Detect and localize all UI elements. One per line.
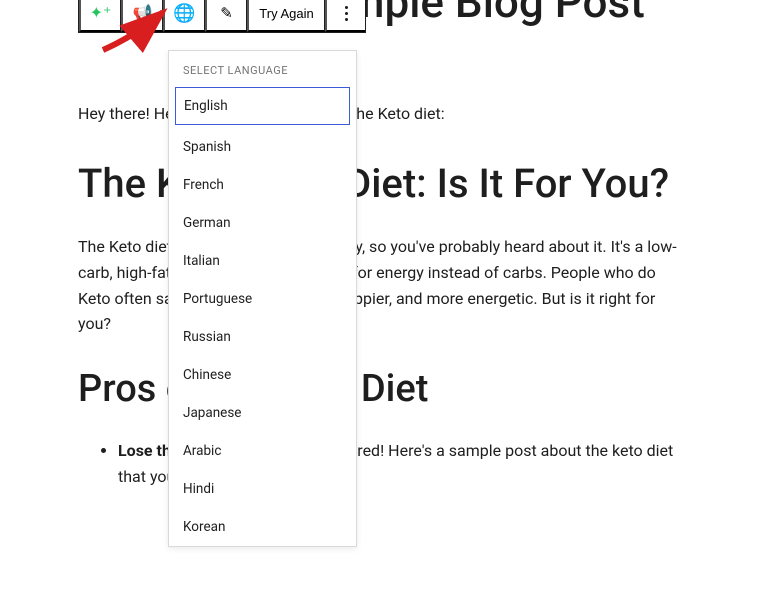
dropdown-item-japanese[interactable]: Japanese <box>169 394 356 432</box>
language-dropdown: SELECT LANGUAGE English Spanish French G… <box>168 50 357 547</box>
dropdown-item-spanish[interactable]: Spanish <box>169 128 356 166</box>
announce-button[interactable]: 📢 <box>121 0 163 32</box>
vertical-dots-icon <box>345 6 348 21</box>
globe-icon: 🌐 <box>173 3 195 24</box>
block-toolbar: ✦⁺ 📢 🌐 ✎ Try Again <box>78 0 366 33</box>
language-button[interactable]: 🌐 <box>163 0 205 32</box>
dropdown-item-english[interactable]: English <box>175 87 350 125</box>
list-item-bold: Lose th <box>118 441 171 460</box>
megaphone-icon: 📢 <box>133 3 153 23</box>
dropdown-item-french[interactable]: French <box>169 166 356 204</box>
more-options-button[interactable] <box>325 0 365 32</box>
dropdown-item-german[interactable]: German <box>169 204 356 242</box>
pencil-icon: ✎ <box>220 4 233 22</box>
dropdown-item-hindi[interactable]: Hindi <box>169 470 356 508</box>
edit-button[interactable]: ✎ <box>205 0 247 32</box>
dropdown-header: SELECT LANGUAGE <box>169 51 356 87</box>
dropdown-item-arabic[interactable]: Arabic <box>169 432 356 470</box>
sparkle-icon: ✦⁺ <box>90 3 112 23</box>
dropdown-item-korean[interactable]: Korean <box>169 508 356 546</box>
dropdown-item-chinese[interactable]: Chinese <box>169 356 356 394</box>
try-again-button[interactable]: Try Again <box>247 0 325 32</box>
dropdown-item-russian[interactable]: Russian <box>169 318 356 356</box>
dropdown-item-portuguese[interactable]: Portuguese <box>169 280 356 318</box>
ai-sparkle-button[interactable]: ✦⁺ <box>79 0 121 32</box>
dropdown-item-italian[interactable]: Italian <box>169 242 356 280</box>
